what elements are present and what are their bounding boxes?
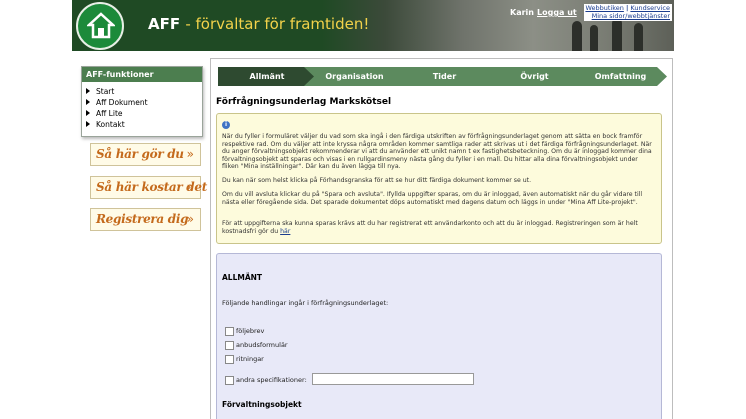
promo-label: Så här gör du bbox=[96, 147, 184, 161]
step-tider[interactable]: Tider bbox=[394, 67, 495, 86]
info-box: i När du fyller i formuläret väljer du v… bbox=[216, 113, 662, 244]
step-label: Tider bbox=[432, 72, 457, 81]
info-icon: i bbox=[222, 121, 230, 129]
site-title-text: AFF bbox=[148, 15, 181, 33]
checkbox-label: anbudsformulär bbox=[236, 341, 288, 349]
sidebar-item-start[interactable]: Start bbox=[86, 86, 198, 97]
webbutiken-link[interactable]: Webbutiken bbox=[585, 4, 623, 12]
mina-sidor-link[interactable]: Mina sidor/webbtjänster bbox=[592, 12, 670, 20]
sidebar-item-label: Aff Lite bbox=[96, 109, 123, 118]
sidebar-item-label: Start bbox=[96, 87, 115, 96]
info-paragraph-2: Du kan när som helst klicka på Förhandsg… bbox=[222, 177, 532, 184]
bullet-icon bbox=[86, 110, 90, 116]
functions-box: AFF-funktioner Start Aff Dokument Aff Li… bbox=[81, 66, 203, 137]
site-header: AFF - förvaltar för framtiden! Karin Log… bbox=[72, 0, 674, 51]
checkbox-foljebrev[interactable] bbox=[225, 327, 234, 336]
chevron-right-icon: » bbox=[186, 212, 194, 226]
top-links-separator: | bbox=[625, 4, 629, 12]
section-title-forvaltningsobjekt: Förvaltningsobjekt bbox=[222, 400, 302, 409]
logout-link[interactable]: Logga ut bbox=[537, 8, 577, 17]
step-navigation: Allmänt Organisation Tider Övrigt Omfatt… bbox=[218, 67, 667, 86]
promo-label: Registrera dig bbox=[96, 212, 189, 226]
form-lead-text: Följande handlingar ingår i förfrågnings… bbox=[222, 299, 389, 307]
functions-list: Start Aff Dokument Aff Lite Kontakt bbox=[82, 82, 202, 136]
user-name: Karin bbox=[510, 8, 534, 17]
site-title: AFF - förvaltar för framtiden! bbox=[148, 15, 369, 33]
site-slogan: - förvaltar för framtiden! bbox=[185, 15, 370, 33]
checkbox-ritningar[interactable] bbox=[225, 355, 234, 364]
bullet-icon bbox=[86, 121, 90, 127]
step-label: Övrigt bbox=[520, 72, 549, 81]
other-specifications-input[interactable] bbox=[312, 373, 474, 385]
top-links: Webbutiken | Kundservice Mina sidor/webb… bbox=[584, 4, 672, 21]
sidebar-item-label: Kontakt bbox=[96, 120, 125, 129]
checkbox-label: andra specifikationer: bbox=[236, 376, 307, 384]
chevron-right-icon: » bbox=[186, 180, 194, 194]
checkbox-andra-specifikationer[interactable] bbox=[225, 376, 234, 385]
checkbox-label: följebrev bbox=[236, 327, 265, 335]
sidebar-item-aff-lite[interactable]: Aff Lite bbox=[86, 108, 198, 119]
step-label: Omfattning bbox=[594, 72, 647, 81]
step-allmant[interactable]: Allmänt bbox=[218, 67, 316, 86]
section-title-allmant: ALLMÄNT bbox=[222, 273, 263, 282]
step-label: Organisation bbox=[325, 72, 384, 81]
info-paragraph-3: Om du vill avsluta klickar du på "Spara … bbox=[222, 191, 643, 206]
step-label: Allmänt bbox=[249, 72, 285, 81]
checkbox-label: ritningar bbox=[236, 355, 264, 363]
sidebar-item-aff-dokument[interactable]: Aff Dokument bbox=[86, 97, 198, 108]
form-panel: ALLMÄNT Följande handlingar ingår i förf… bbox=[216, 253, 662, 419]
sidebar-item-label: Aff Dokument bbox=[96, 98, 148, 107]
kundservice-link[interactable]: Kundservice bbox=[630, 4, 670, 12]
step-omfattning[interactable]: Omfattning bbox=[574, 67, 667, 86]
promo-sa-har-kostar-det[interactable]: Så här kostar det » bbox=[90, 176, 207, 199]
functions-title: AFF-funktioner bbox=[82, 67, 202, 82]
promo-sa-har-gor-du[interactable]: Så här gör du » bbox=[90, 143, 201, 166]
bullet-icon bbox=[86, 88, 90, 94]
info-paragraph-1: När du fyller i formuläret väljer du vad… bbox=[222, 133, 652, 171]
register-link[interactable]: här bbox=[280, 228, 290, 235]
bullet-icon bbox=[86, 99, 90, 105]
sidebar: AFF-funktioner Start Aff Dokument Aff Li… bbox=[81, 66, 203, 137]
sidebar-item-kontakt[interactable]: Kontakt bbox=[86, 119, 198, 130]
chevron-right-icon: » bbox=[186, 147, 194, 161]
promo-registrera-dig[interactable]: Registrera dig » bbox=[90, 208, 201, 231]
logo-icon[interactable] bbox=[76, 2, 124, 50]
checkbox-anbudsformular[interactable] bbox=[225, 341, 234, 350]
page-title: Förfrågningsunderlag Markskötsel bbox=[216, 97, 392, 107]
step-organisation[interactable]: Organisation bbox=[304, 67, 405, 86]
info-paragraph-4: För att uppgifterna ska kunna sparas krä… bbox=[222, 220, 654, 235]
step-ovrigt[interactable]: Övrigt bbox=[484, 67, 585, 86]
